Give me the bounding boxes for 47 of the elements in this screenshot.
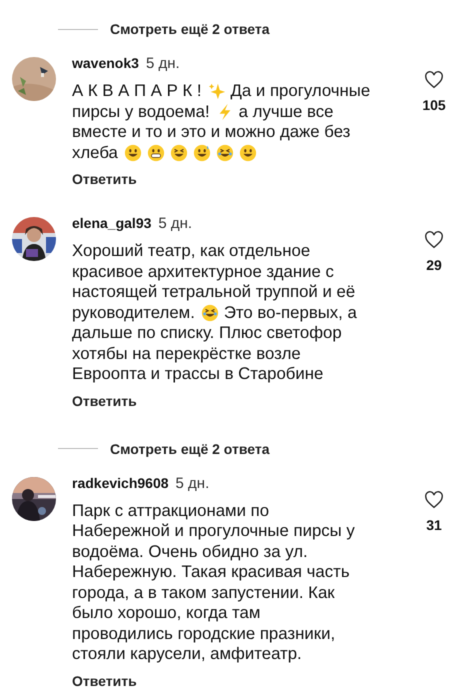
comment-text: а лучше все: [238, 102, 334, 122]
comment-text: вместе и то и это и можно даже без: [72, 122, 350, 142]
heart-icon[interactable]: [424, 490, 444, 508]
comment-text: руководителем.: [72, 302, 195, 323]
emoji-icon: [124, 144, 142, 162]
comment-text: красивое архитектурное здание с: [72, 262, 334, 282]
comment-text: Евроопта и трассы в Старобине: [72, 364, 324, 384]
comment-text: водоёма. Очень обидно за ул.: [72, 542, 308, 562]
view-replies-link[interactable]: Смотреть ещё 2 ответа: [110, 440, 270, 456]
emoji-icon: [170, 144, 188, 162]
reply-button[interactable]: Ответить: [72, 672, 137, 688]
sparkles-icon: [208, 82, 226, 100]
username[interactable]: elena_gal93: [72, 215, 152, 231]
timestamp: 5 дн.: [176, 474, 210, 492]
comment-text: Это во-первых, а: [224, 302, 357, 323]
comment-text: Да и прогулочные: [230, 81, 370, 102]
like-count: 29: [426, 257, 442, 273]
heart-icon[interactable]: [424, 231, 444, 249]
emoji-icon: [200, 304, 219, 322]
emoji-icon: [216, 144, 234, 162]
comment-text: дальше по списку. Плюс светофор: [72, 323, 342, 344]
timestamp: 5 дн.: [158, 215, 192, 232]
emoji-icon: [238, 144, 257, 162]
emoji-icon: [192, 144, 211, 162]
comment-text: города, а в таком запустении. Как: [72, 582, 335, 603]
comment-text: настоящей тетральной труппой и её: [72, 282, 356, 302]
comment-text: проводились городские празники,: [72, 624, 336, 644]
comment-text: хлеба: [72, 142, 118, 163]
comment-text: А К В А П А Р К !: [72, 81, 202, 102]
username[interactable]: radkevich9608: [72, 474, 169, 490]
timestamp: 5 дн.: [146, 55, 180, 72]
comment-text: пирсы у водоема!: [72, 102, 210, 122]
comment-text: хотябы на перекрёстке возле: [72, 344, 301, 364]
comment-text: стояли карусели, амфитеатр.: [72, 644, 302, 664]
comment-text: Набережной и прогулочные пирсы у: [72, 521, 355, 542]
emoji-icon: [146, 144, 165, 162]
comment-text: было хорошо, когда там: [72, 603, 260, 624]
like-count: 31: [426, 516, 442, 532]
comment-text: Набережную. Такая красивая часть: [72, 562, 350, 582]
like-count: 105: [422, 97, 446, 113]
username[interactable]: wavenok3: [72, 55, 139, 71]
reply-button[interactable]: Ответить: [72, 392, 137, 408]
reply-button[interactable]: Ответить: [72, 171, 137, 187]
view-replies-link[interactable]: Смотреть ещё 2 ответа: [110, 21, 270, 37]
comment-text: Хороший театр, как отдельное: [72, 241, 310, 262]
heart-icon[interactable]: [424, 71, 444, 89]
comment-text: Парк с аттракционами по: [72, 500, 270, 521]
